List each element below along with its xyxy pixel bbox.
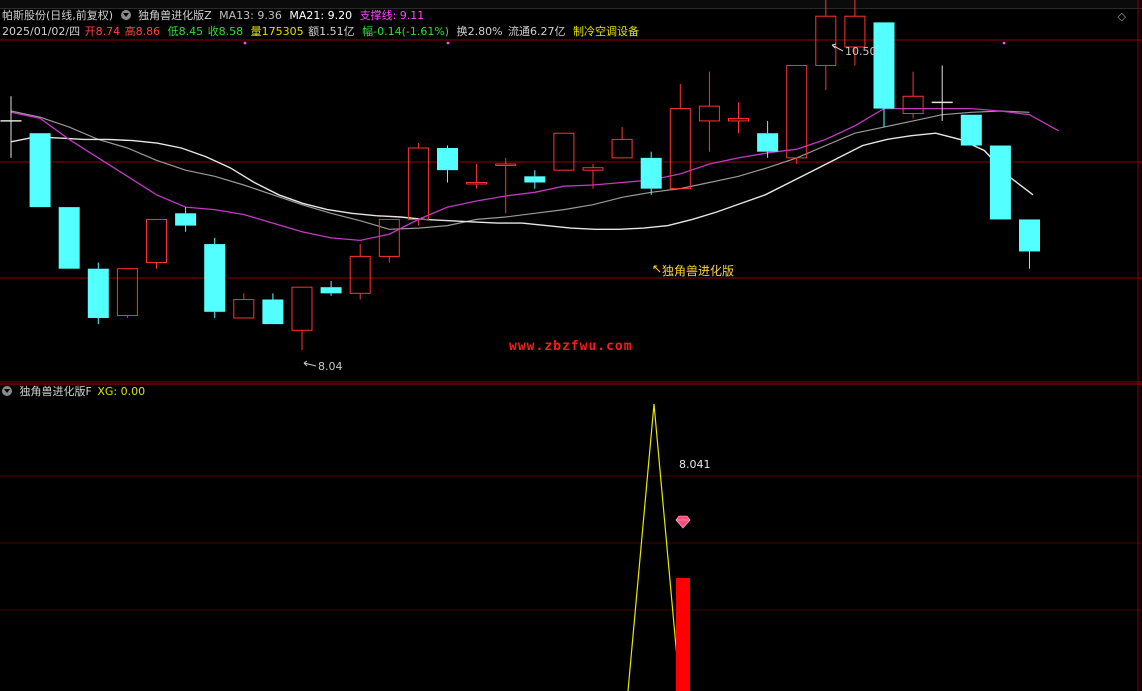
magenta-dot bbox=[1002, 41, 1006, 45]
magenta-dot bbox=[446, 41, 450, 45]
signal-bar bbox=[676, 578, 690, 691]
candle-body bbox=[320, 287, 342, 294]
ma21-line bbox=[10, 110, 1030, 230]
candle-body bbox=[902, 95, 924, 115]
candle-body bbox=[757, 133, 779, 152]
candle-body bbox=[58, 207, 80, 269]
candle-body bbox=[204, 244, 226, 312]
lower-indicator-panel bbox=[627, 403, 691, 691]
candle-body bbox=[873, 22, 895, 109]
candle-body bbox=[29, 133, 51, 208]
candle-body bbox=[786, 64, 808, 159]
candle-body bbox=[262, 299, 284, 325]
candle-body bbox=[553, 132, 575, 171]
candle-body bbox=[495, 163, 517, 167]
candle-body bbox=[640, 157, 662, 189]
candle-body bbox=[291, 286, 313, 331]
candle-body bbox=[175, 213, 197, 226]
high-arrow-icon bbox=[831, 43, 844, 52]
magenta-dot bbox=[243, 41, 247, 45]
high-price-label: 10.50 bbox=[845, 45, 877, 58]
candle-body bbox=[611, 138, 633, 159]
candle-body bbox=[437, 148, 458, 171]
candle-body bbox=[582, 167, 604, 171]
signal-label: 独角兽进化版 bbox=[662, 264, 734, 278]
candle-body bbox=[378, 218, 400, 257]
candle-body bbox=[815, 15, 837, 66]
kline-chart[interactable]: 10.50 8.04 独角兽进化版 www.zbzfwu.com 8.041 bbox=[0, 0, 1142, 691]
candle-body bbox=[989, 145, 1011, 220]
low-arrow-icon bbox=[303, 360, 317, 367]
candle-body bbox=[466, 181, 488, 185]
candle-body bbox=[407, 147, 429, 220]
low-price-label: 8.04 bbox=[318, 360, 343, 373]
candle-body bbox=[524, 176, 546, 183]
candle-body bbox=[698, 105, 720, 122]
candle-body bbox=[146, 218, 167, 264]
candle-body bbox=[728, 117, 749, 122]
diamond-signal-icon bbox=[675, 515, 691, 529]
candle-body bbox=[669, 108, 691, 190]
candle-body bbox=[116, 268, 138, 317]
candle-body bbox=[87, 268, 109, 318]
candle-body bbox=[233, 299, 255, 319]
watermark-text: www.zbzfwu.com bbox=[509, 339, 633, 354]
xg-spike-line bbox=[627, 403, 681, 691]
candle-body bbox=[960, 114, 982, 146]
candle-body bbox=[349, 255, 371, 294]
signal-arrow-icon bbox=[653, 265, 661, 273]
candlesticks bbox=[0, 0, 1040, 350]
candle-body bbox=[844, 15, 866, 48]
candle-body bbox=[1019, 219, 1040, 252]
peak-value-label: 8.041 bbox=[679, 458, 711, 471]
